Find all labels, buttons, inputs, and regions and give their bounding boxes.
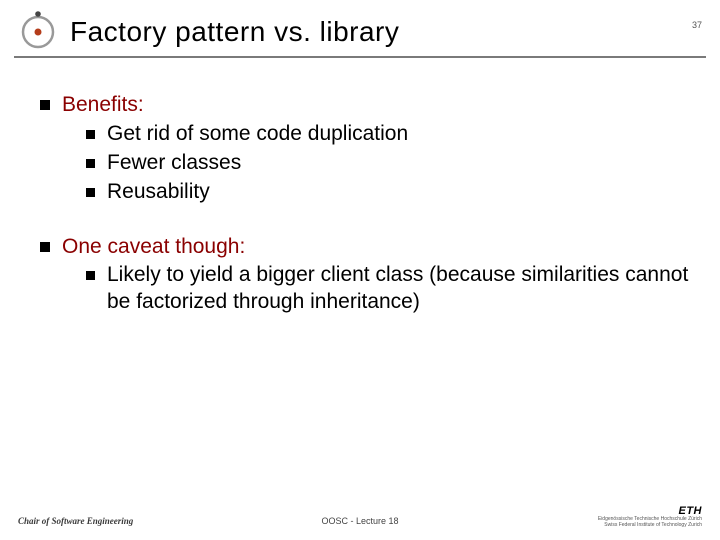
- slide-header: Factory pattern vs. library: [0, 0, 720, 56]
- list-item: Reusability: [86, 179, 692, 206]
- page-number: 37: [692, 20, 702, 30]
- footer-left: Chair of Software Engineering: [18, 516, 133, 526]
- bullet-head: Benefits:: [62, 93, 144, 116]
- slide-body: Benefits: Get rid of some code duplicati…: [0, 58, 720, 316]
- footer-right: ETH Eidgenössische Technische Hochschule…: [598, 505, 702, 528]
- square-bullet-icon: [86, 271, 95, 280]
- list-item: Fewer classes: [86, 150, 692, 177]
- list-item: Get rid of some code duplication: [86, 121, 692, 148]
- footer-center: OOSC - Lecture 18: [321, 516, 398, 526]
- slide-footer: Chair of Software Engineering OOSC - Lec…: [0, 502, 720, 530]
- bullet-text: Reusability: [107, 180, 210, 203]
- slide-title: Factory pattern vs. library: [70, 16, 399, 48]
- bullet-text: Get rid of some code duplication: [107, 122, 408, 145]
- eth-subtitle: Swiss Federal Institute of Technology Zu…: [598, 523, 702, 529]
- logo-icon: [16, 10, 60, 54]
- bullet-group: Benefits: Get rid of some code duplicati…: [40, 92, 692, 206]
- square-bullet-icon: [86, 188, 95, 197]
- bullet-head: One caveat though:: [62, 235, 245, 258]
- square-bullet-icon: [40, 242, 50, 252]
- square-bullet-icon: [86, 130, 95, 139]
- list-item: Likely to yield a bigger client class (b…: [86, 262, 692, 316]
- square-bullet-icon: [40, 100, 50, 110]
- bullet-text: Likely to yield a bigger client class (b…: [107, 262, 692, 316]
- bullet-text: Fewer classes: [107, 151, 241, 174]
- square-bullet-icon: [86, 159, 95, 168]
- bullet-group: One caveat though: Likely to yield a big…: [40, 234, 692, 317]
